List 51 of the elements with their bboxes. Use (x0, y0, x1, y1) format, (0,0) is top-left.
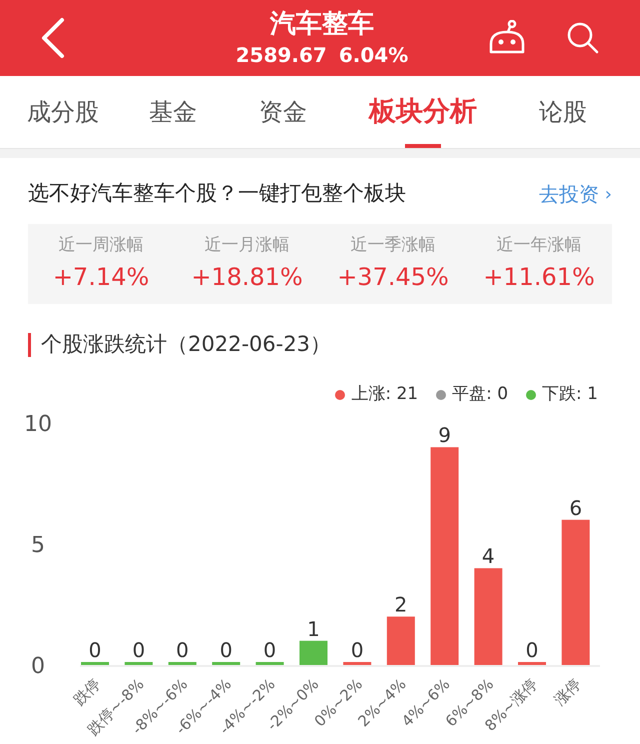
axis-tick-label: 10 (24, 412, 52, 436)
promo-text: 选不好汽车整车个股？一键打包整个板块 (28, 180, 406, 208)
legend-label: 下跌: 1 (542, 383, 598, 406)
index-change: 6.04% (338, 42, 408, 69)
data-label: 0 (220, 638, 232, 662)
period-label: 近一季涨幅 (350, 234, 436, 258)
legend-label: 上涨: 21 (351, 383, 418, 406)
category-label: 跌停 (70, 674, 104, 709)
robot-icon[interactable] (488, 20, 526, 56)
data-label: 0 (88, 638, 102, 662)
category-label: 涨停 (550, 674, 585, 709)
bar (300, 640, 328, 664)
tab[interactable]: 论股 (508, 76, 618, 148)
data-label: 6 (569, 495, 582, 520)
data-label: 1 (307, 616, 320, 640)
bar (256, 662, 284, 664)
axis-tick-label: 0 (31, 654, 45, 678)
back-icon[interactable] (40, 16, 66, 60)
search-icon[interactable] (566, 21, 600, 55)
period-label: 近一周涨幅 (58, 234, 144, 258)
tab[interactable]: 成分股 (8, 76, 118, 148)
section-title: 个股涨跌统计（2022-06-23） (41, 331, 332, 358)
bar (343, 662, 372, 664)
data-label: 0 (263, 638, 276, 662)
period-return: +7.14% (52, 262, 150, 293)
data-label: 0 (526, 638, 538, 662)
axis-tick-label: 5 (31, 532, 45, 558)
tab[interactable]: 板块分析 (338, 76, 508, 148)
data-label: 2 (394, 592, 408, 616)
period-label: 近一年涨幅 (496, 234, 582, 258)
data-label: 0 (132, 638, 146, 662)
header-title: 汽车整车 (270, 8, 374, 41)
period-return: +11.61% (483, 262, 595, 293)
bar (81, 662, 109, 664)
bar (212, 662, 240, 664)
period-label: 近一月涨幅 (204, 234, 290, 258)
data-label: 4 (482, 544, 495, 568)
tab[interactable]: 基金 (118, 76, 228, 148)
data-label: 9 (438, 422, 451, 447)
index-price: 2589.67 (236, 42, 327, 69)
period-return: +37.45% (337, 262, 449, 293)
bar (168, 662, 196, 664)
period-return: +18.81% (191, 262, 303, 293)
bar (124, 662, 153, 664)
tab[interactable]: 资金 (228, 76, 338, 148)
legend-label: 平盘: 0 (452, 383, 508, 406)
data-label: 0 (176, 638, 189, 662)
bar (518, 662, 546, 664)
data-label: 0 (350, 638, 364, 662)
section-marker (28, 333, 31, 357)
bar (386, 616, 415, 664)
